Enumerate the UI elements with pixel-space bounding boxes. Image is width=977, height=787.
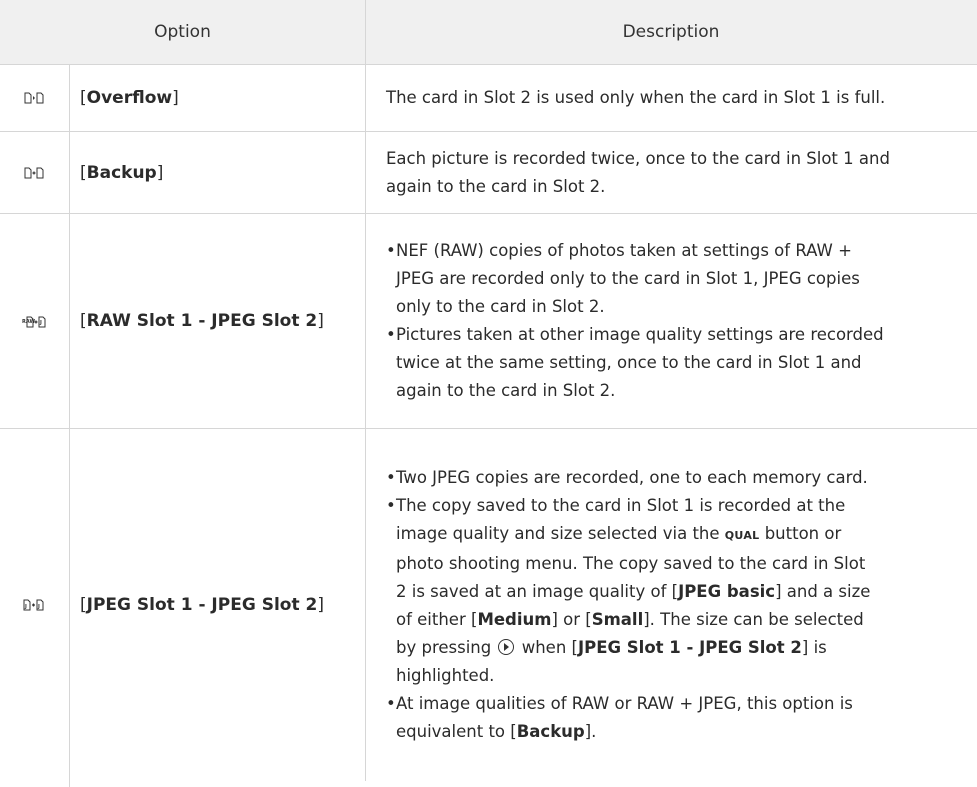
text-run: by pressing	[396, 638, 497, 657]
text-run: 2 is saved at an image quality of [	[396, 582, 679, 601]
option-name: Overflow	[86, 88, 173, 108]
column-divider	[365, 429, 366, 781]
menu-term: JPEG basic	[678, 582, 776, 601]
table-header: Option Description	[0, 0, 977, 65]
text-run: ]. The size can be selected	[643, 610, 864, 629]
description-line: Each picture is recorded twice, once to …	[386, 148, 890, 168]
option-label: [Overflow]	[80, 65, 365, 131]
text-run: ] or [	[551, 610, 592, 629]
header-option: Option	[154, 22, 211, 42]
description-line: again to the card in Slot 2.	[386, 176, 606, 196]
bullet-item: • Two JPEG copies are recorded, one to e…	[386, 464, 956, 492]
bullet-line: by pressing when [JPEG Slot 1 - JPEG Slo…	[396, 634, 956, 662]
bullet-line: image quality and size selected via the …	[396, 520, 956, 550]
option-description: • NEF (RAW) copies of photos taken at se…	[386, 214, 956, 428]
text-run: ] and a size	[775, 582, 871, 601]
bullet-item: • NEF (RAW) copies of photos taken at se…	[386, 237, 956, 321]
table-row-backup: [Backup] Each picture is recorded twice,…	[0, 132, 977, 214]
option-name: RAW Slot 1 - JPEG Slot 2	[86, 311, 318, 331]
column-divider	[365, 65, 366, 131]
column-divider	[69, 132, 70, 213]
option-description: The card in Slot 2 is used only when the…	[386, 65, 956, 131]
option-name: JPEG Slot 1 - JPEG Slot 2	[86, 595, 318, 615]
menu-term: Medium	[477, 610, 552, 629]
column-divider	[69, 781, 70, 787]
column-divider	[69, 429, 70, 781]
bracket: ]	[172, 88, 179, 108]
bullet-line: At image qualities of RAW or RAW + JPEG,…	[396, 694, 853, 713]
bullet-line: Pictures taken at other image quality se…	[396, 325, 884, 344]
text-run: ].	[584, 722, 597, 741]
menu-term: Small	[591, 610, 644, 629]
bullet-line: highlighted.	[396, 666, 495, 685]
bracket: [	[80, 162, 87, 183]
menu-term: JPEG Slot 1 - JPEG Slot 2	[577, 638, 802, 657]
bullet-line: again to the card in Slot 2.	[396, 381, 616, 400]
bracket: [	[80, 88, 87, 108]
bullet-line: NEF (RAW) copies of photos taken at sett…	[396, 241, 852, 260]
header-description: Description	[622, 22, 720, 42]
bullet-item: • At image qualities of RAW or RAW + JPE…	[386, 690, 956, 746]
raw-jpeg-icon: RAW J	[0, 214, 69, 428]
option-description: Each picture is recorded twice, once to …	[386, 132, 956, 213]
table-row-jpeg-jpeg: J J [JPEG Slot 1 - JPEG Slot 2] • Two JP…	[0, 429, 977, 781]
bullet-item: • Pictures taken at other image quality …	[386, 321, 956, 405]
bullet-line: Two JPEG copies are recorded, one to eac…	[396, 468, 868, 487]
overflow-icon	[0, 65, 69, 131]
table-row-overflow: [Overflow] The card in Slot 2 is used on…	[0, 65, 977, 132]
option-label: [JPEG Slot 1 - JPEG Slot 2]	[80, 429, 365, 781]
text-run: button or	[759, 524, 842, 543]
multi-selector-right-icon	[498, 639, 515, 655]
qual-button-label: QUAL	[724, 529, 760, 542]
bracket: [	[80, 595, 87, 615]
text-run: of either [	[396, 610, 478, 629]
column-divider	[69, 65, 70, 131]
column-divider	[365, 214, 366, 428]
bullet-dot: •	[386, 325, 396, 344]
bullet-dot: •	[386, 241, 396, 260]
column-divider	[365, 132, 366, 213]
bracket: [	[80, 311, 87, 331]
option-description: • Two JPEG copies are recorded, one to e…	[386, 429, 956, 781]
option-name: Backup	[86, 162, 157, 183]
bullet-line: JPEG are recorded only to the card in Sl…	[396, 269, 860, 288]
option-label: [RAW Slot 1 - JPEG Slot 2]	[80, 214, 365, 428]
text-run: ] is	[801, 638, 827, 657]
bracket: ]	[156, 162, 164, 183]
text-run: when [	[516, 638, 578, 657]
bullet-dot: •	[386, 694, 396, 713]
description-text: The card in Slot 2 is used only when the…	[386, 88, 886, 107]
text-run: image quality and size selected via the	[396, 524, 725, 543]
jpeg-jpeg-icon: J J	[0, 429, 69, 781]
svg-text:J: J	[37, 604, 40, 610]
bullet-line: photo shooting menu. The copy saved to t…	[396, 554, 866, 573]
option-label: [Backup]	[80, 132, 365, 213]
bullet-line: The copy saved to the card in Slot 1 is …	[396, 496, 846, 515]
bullet-dot: •	[386, 468, 396, 487]
table-row-raw-jpeg: RAW J [RAW Slot 1 - JPEG Slot 2] • NEF (…	[0, 214, 977, 429]
bullet-line: 2 is saved at an image quality of [JPEG …	[396, 578, 956, 606]
menu-term: Backup	[516, 722, 585, 741]
bracket: ]	[317, 595, 324, 615]
bullet-line: only to the card in Slot 2.	[396, 297, 605, 316]
bracket: ]	[317, 311, 324, 331]
svg-text:J: J	[39, 320, 42, 326]
bullet-item: • The copy saved to the card in Slot 1 i…	[386, 492, 956, 690]
bullet-dot: •	[386, 496, 396, 515]
bullet-line: twice at the same setting, once to the c…	[396, 353, 862, 372]
bullet-line: equivalent to [Backup].	[396, 718, 956, 746]
text-run: equivalent to [	[396, 722, 517, 741]
bullet-line: of either [Medium] or [Small]. The size …	[396, 606, 956, 634]
backup-icon	[0, 132, 69, 213]
svg-text:J: J	[24, 604, 27, 610]
column-divider	[69, 214, 70, 428]
